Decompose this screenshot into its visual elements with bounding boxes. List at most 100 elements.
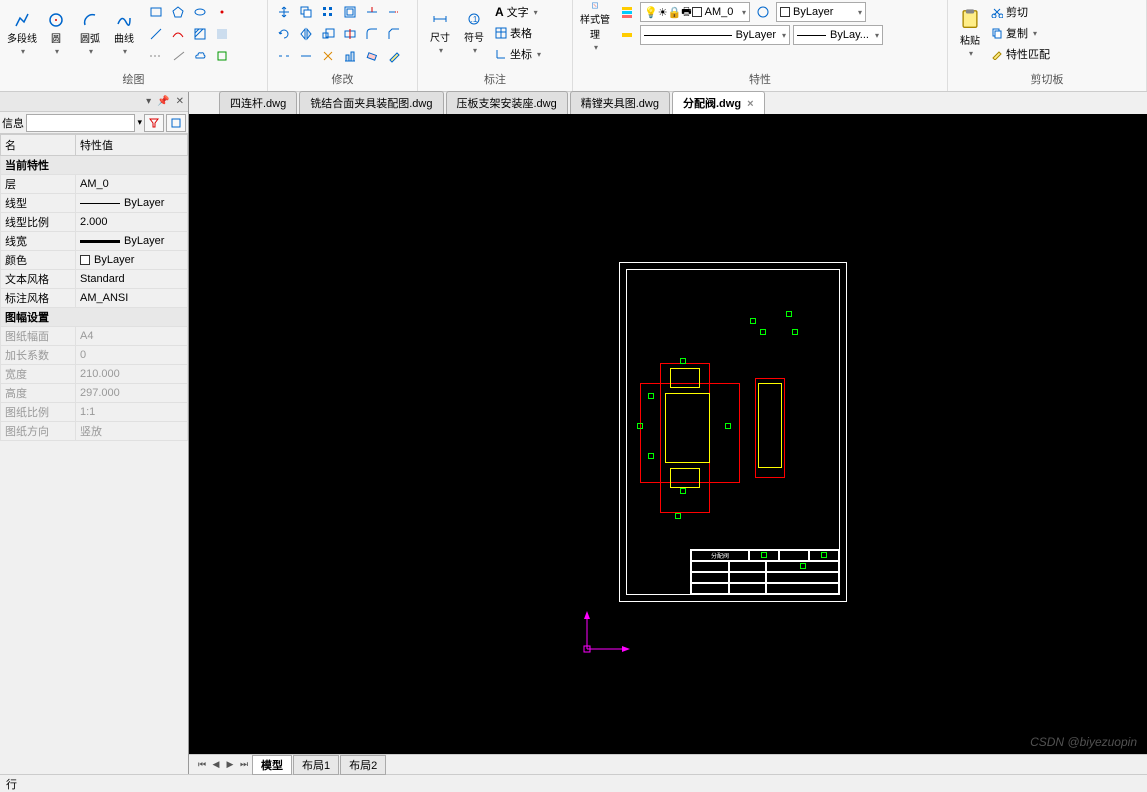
circle-button[interactable]: 圆 ▾ — [40, 9, 72, 59]
copy-button[interactable]: 复制▾ — [988, 23, 1053, 43]
arc-button[interactable]: 圆弧 ▾ — [74, 9, 106, 59]
rectangle-icon[interactable] — [146, 2, 166, 22]
prop-row[interactable]: 图纸幅面A4 — [1, 327, 188, 346]
select-button[interactable] — [166, 114, 186, 132]
polygon-icon[interactable] — [168, 2, 188, 22]
coord-button[interactable]: 坐标▾ — [492, 44, 544, 64]
join-icon[interactable] — [296, 46, 316, 66]
layer-combo[interactable]: 💡 ☀ 🔒 🖶 AM_0 ▾ — [640, 2, 750, 22]
edit-icon[interactable] — [384, 46, 404, 66]
cut-button[interactable]: 剪切 — [988, 2, 1053, 22]
panel-menu-icon[interactable]: ▾ — [146, 96, 151, 107]
doc-tab[interactable]: 压板支架安装座.dwg — [446, 91, 568, 114]
tab-prev-icon[interactable]: ◀ — [209, 758, 223, 772]
prop-value[interactable]: ByLayer — [76, 251, 188, 270]
layer-props-icon[interactable] — [617, 2, 637, 22]
grip-icon[interactable] — [648, 393, 654, 399]
combo-arrow-icon[interactable]: ▾ — [137, 117, 142, 128]
close-icon[interactable]: × — [747, 98, 753, 110]
prop-row[interactable]: 层AM_0 — [1, 175, 188, 194]
prop-value[interactable]: 竖放 — [76, 422, 188, 441]
linetype-combo[interactable]: ByLayer ▾ — [640, 25, 790, 45]
prop-value[interactable]: 210.000 — [76, 365, 188, 384]
grip-icon[interactable] — [760, 329, 766, 335]
info-combo[interactable] — [26, 114, 135, 132]
point-icon[interactable] — [212, 2, 232, 22]
drawing-canvas[interactable]: 分配阀 CSDN @biyezuopin — [189, 114, 1147, 754]
property-grid[interactable]: 名特性值 当前特性 层AM_0线型ByLayer线型比例2.000线宽ByLay… — [0, 134, 188, 774]
tab-layout2[interactable]: 布局2 — [340, 755, 386, 775]
prop-value[interactable]: ByLayer — [76, 194, 188, 213]
panel-pin-icon[interactable]: 📌 — [157, 96, 169, 107]
line-icon[interactable] — [146, 24, 166, 44]
offset-icon[interactable] — [340, 2, 360, 22]
prop-value[interactable]: 2.000 — [76, 213, 188, 232]
prop-row[interactable]: 线型比例2.000 — [1, 213, 188, 232]
doc-tab[interactable]: 四连杆.dwg — [219, 91, 297, 114]
prop-row[interactable]: 图纸比例1:1 — [1, 403, 188, 422]
prop-row[interactable]: 图纸方向竖放 — [1, 422, 188, 441]
grip-icon[interactable] — [750, 318, 756, 324]
mirror-icon[interactable] — [296, 24, 316, 44]
fillet-icon[interactable] — [362, 24, 382, 44]
grip-icon[interactable] — [792, 329, 798, 335]
cloud-icon[interactable] — [190, 46, 210, 66]
prop-value[interactable]: 297.000 — [76, 384, 188, 403]
doc-tab[interactable]: 分配阀.dwg× — [672, 91, 765, 114]
panel-close-icon[interactable]: ✕ — [176, 96, 184, 107]
trim-icon[interactable] — [362, 2, 382, 22]
copy-icon[interactable] — [296, 2, 316, 22]
hatch-icon[interactable] — [190, 24, 210, 44]
prop-value[interactable]: 1:1 — [76, 403, 188, 422]
lineweight-combo[interactable]: ByLay... ▾ — [793, 25, 883, 45]
match-props-button[interactable]: 特性匹配 — [988, 44, 1053, 64]
symbol-button[interactable]: .1 符号 ▾ — [458, 8, 490, 58]
prop-row[interactable]: 线型ByLayer — [1, 194, 188, 213]
layer-match-icon[interactable] — [753, 2, 773, 22]
table-button[interactable]: 表格 — [492, 23, 544, 43]
prop-value[interactable]: AM_0 — [76, 175, 188, 194]
grip-icon[interactable] — [786, 311, 792, 317]
paste-button[interactable]: 粘贴 ▾ — [954, 8, 986, 58]
polyline-button[interactable]: 多段线 ▾ — [6, 9, 38, 59]
prop-row[interactable]: 高度297.000 — [1, 384, 188, 403]
tab-last-icon[interactable]: ⏭ — [237, 758, 251, 772]
grip-icon[interactable] — [725, 423, 731, 429]
region-icon[interactable] — [212, 24, 232, 44]
style-manager-button[interactable]: 样式管理 ▾ — [579, 2, 611, 52]
prop-value[interactable]: AM_ANSI — [76, 289, 188, 308]
prop-value[interactable]: A4 — [76, 327, 188, 346]
tab-next-icon[interactable]: ▶ — [223, 758, 237, 772]
filter-button[interactable] — [144, 114, 164, 132]
spline-icon[interactable] — [168, 24, 188, 44]
grip-icon[interactable] — [675, 513, 681, 519]
prop-row[interactable]: 标注风格AM_ANSI — [1, 289, 188, 308]
grip-icon[interactable] — [680, 358, 686, 364]
break-icon[interactable] — [274, 46, 294, 66]
prop-value[interactable]: 0 — [76, 346, 188, 365]
stretch-icon[interactable] — [340, 24, 360, 44]
erase-icon[interactable] — [362, 46, 382, 66]
rotate-icon[interactable] — [274, 24, 294, 44]
dimension-button[interactable]: 尺寸 ▾ — [424, 8, 456, 58]
grip-icon[interactable] — [680, 488, 686, 494]
prop-row[interactable]: 线宽ByLayer — [1, 232, 188, 251]
grip-icon[interactable] — [648, 453, 654, 459]
curve-button[interactable]: 曲线 ▾ — [108, 9, 140, 59]
align-icon[interactable] — [340, 46, 360, 66]
scale-icon[interactable] — [318, 24, 338, 44]
ellipse-icon[interactable] — [190, 2, 210, 22]
prop-row[interactable]: 加长系数0 — [1, 346, 188, 365]
grip-icon[interactable] — [821, 552, 827, 558]
prop-row[interactable]: 宽度210.000 — [1, 365, 188, 384]
extend-icon[interactable] — [384, 2, 404, 22]
doc-tab[interactable]: 铣结合面夹具装配图.dwg — [299, 91, 443, 114]
prop-row[interactable]: 颜色ByLayer — [1, 251, 188, 270]
grip-icon[interactable] — [637, 423, 643, 429]
prop-value[interactable]: Standard — [76, 270, 188, 289]
boundary-icon[interactable] — [212, 46, 232, 66]
doc-tab[interactable]: 精镗夹具图.dwg — [570, 91, 670, 114]
grip-icon[interactable] — [761, 552, 767, 558]
move-icon[interactable] — [274, 2, 294, 22]
ray-icon[interactable] — [168, 46, 188, 66]
